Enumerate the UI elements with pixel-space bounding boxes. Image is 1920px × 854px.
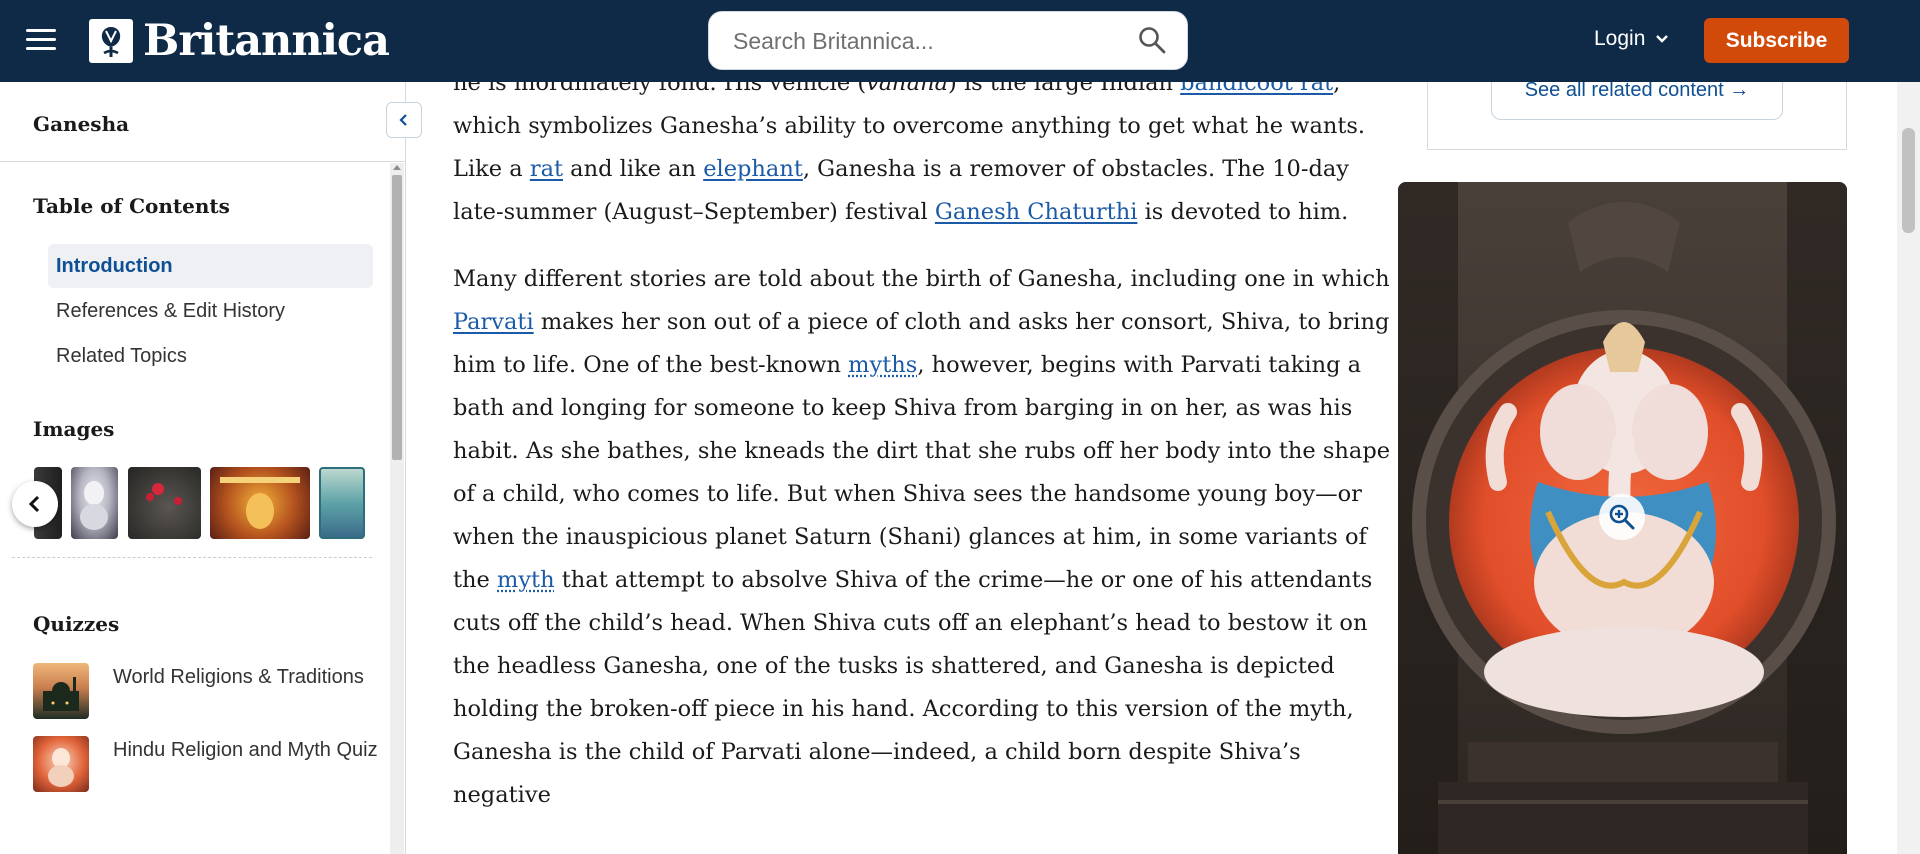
chevron-left-icon [28,495,40,513]
quizzes-heading: Quizzes [33,612,120,636]
britannica-logo[interactable]: Britannica [89,16,390,66]
toc-item-related-topics[interactable]: Related Topics [48,334,373,378]
top-navigation-bar: Britannica Login Subscribe [0,0,1920,82]
toc-item-references[interactable]: References & Edit History [48,289,373,333]
carousel-thumbnail[interactable] [128,467,201,539]
hamburger-icon[interactable] [26,29,56,51]
collapse-sidebar-button[interactable] [386,102,422,138]
carousel-thumbnail[interactable] [71,467,118,539]
link-myth[interactable]: myth [497,567,555,593]
article-body: he is inordinately fond. His vehicle (va… [453,62,1393,841]
thistle-logo-icon [89,19,133,63]
left-sidebar: Ganesha Table of Contents Introduction R… [0,82,406,854]
subscribe-button[interactable]: Subscribe [1704,18,1849,63]
quiz-thumbnail [33,736,89,792]
chevron-left-icon [399,114,407,126]
link-ganesh-chaturthi[interactable]: Ganesh Chaturthi [935,199,1138,225]
zoom-in-button[interactable] [1599,494,1645,540]
toc-item-introduction[interactable]: Introduction [48,244,373,288]
scroll-up-arrow-icon[interactable] [393,165,401,170]
link-myths[interactable]: myths [848,352,917,378]
login-menu[interactable]: Login [1594,27,1669,51]
link-elephant[interactable]: elephant [703,156,803,182]
carousel-prev-button[interactable] [12,481,58,527]
sidebar-article-title[interactable]: Ganesha [33,112,129,136]
quiz-item[interactable]: Hindu Religion and Myth Quiz [33,736,378,796]
carousel-thumbnail[interactable] [210,467,310,539]
quiz-item[interactable]: World Religions & Traditions [33,663,378,723]
sidebar-title-row: Ganesha [0,82,406,162]
search-input[interactable] [733,26,1123,56]
page-scrollbar[interactable] [1897,82,1920,854]
login-label: Login [1594,27,1646,50]
images-heading: Images [33,417,115,441]
brand-name: Britannica [143,16,390,66]
page-scrollbar-thumb[interactable] [1902,128,1915,233]
carousel-thumbnail[interactable] [319,467,365,539]
zoom-in-icon [1609,504,1635,530]
sidebar-scrollbar-thumb[interactable] [392,175,402,460]
quiz-thumbnail [33,663,89,719]
divider [12,557,372,558]
search-icon[interactable] [1138,26,1166,54]
quiz-label[interactable]: Hindu Religion and Myth Quiz [113,738,378,763]
search-box[interactable] [708,11,1188,70]
quiz-label[interactable]: World Religions & Traditions [113,665,378,690]
link-parvati[interactable]: Parvati [453,309,534,335]
article-paragraph: he is inordinately fond. His vehicle (va… [453,70,1366,225]
sidebar-scrollbar[interactable] [390,163,404,854]
article-paragraph: Many different stories are told about th… [453,266,1391,808]
toc-heading: Table of Contents [33,194,230,218]
link-rat[interactable]: rat [530,156,563,182]
chevron-down-icon [1656,35,1669,43]
